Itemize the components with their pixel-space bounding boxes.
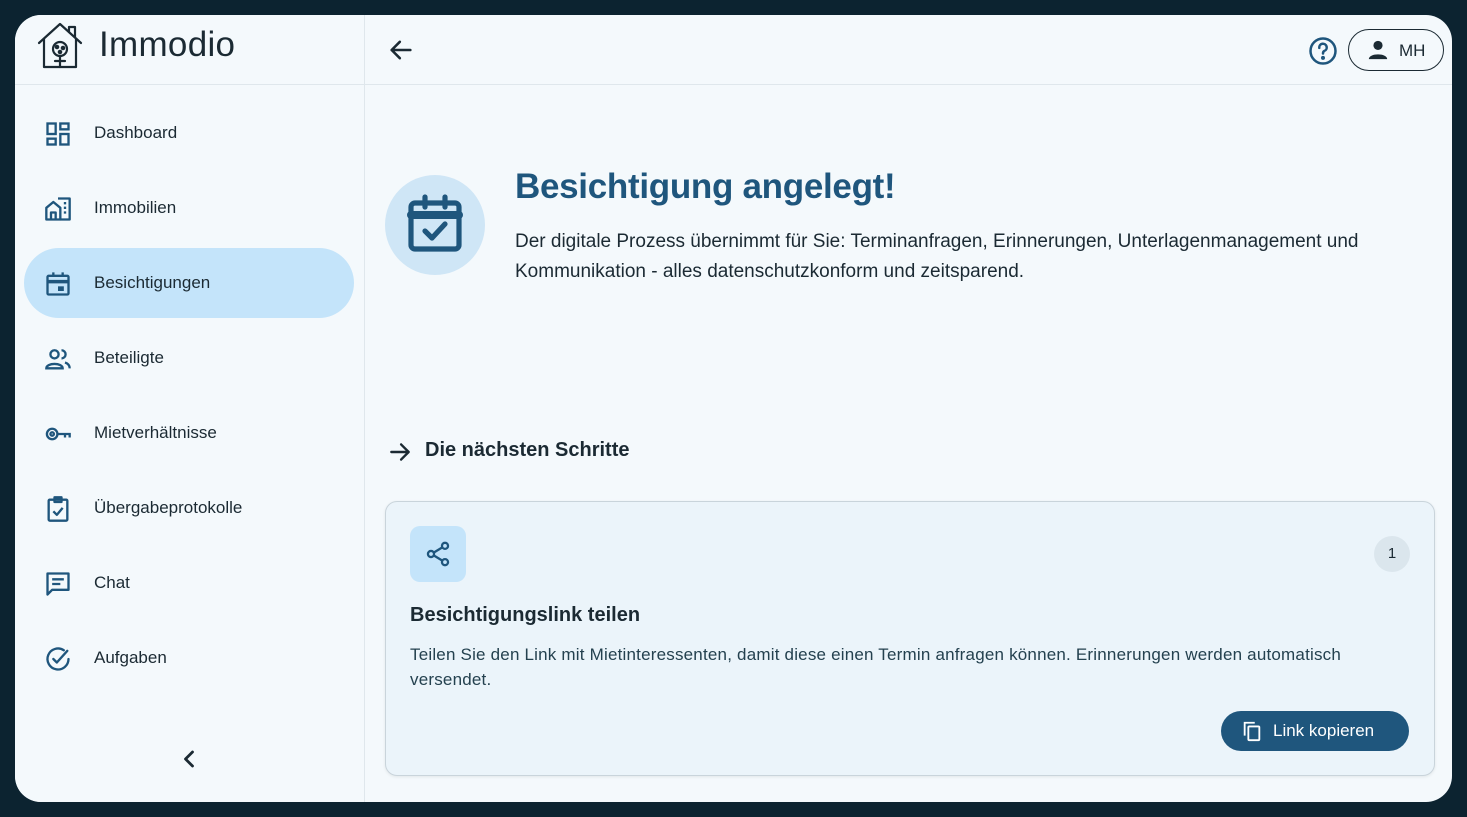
sidebar-item-label: Immobilien [94,198,177,217]
brand: Immodio [15,15,365,85]
copy-link-label: Link kopieren [1273,721,1375,740]
chevron-left-icon[interactable] [175,745,203,773]
step-title: Besichtigungslink teilen [410,604,641,626]
house-logo-icon [37,22,83,69]
app-window: Immodio Dashboard Immobilien Besichtigun… [15,15,1452,802]
sidebar-item-chat[interactable]: Chat [24,548,354,618]
hero-icon-circle [385,175,485,275]
people-icon [45,349,71,370]
sidebar-item-immobilien[interactable]: Immobilien [24,173,354,243]
help-circle-icon[interactable] [1308,36,1338,66]
arrow-left-icon[interactable] [387,36,415,64]
sidebar-item-beteiligte[interactable]: Beteiligte [24,323,354,393]
step-icon-box [410,526,466,582]
sidebar-item-besichtigungen[interactable]: Besichtigungen [24,248,354,318]
topbar: MH [365,15,1452,85]
step-card: 1 Besichtigungslink teilen Teilen Sie de… [385,501,1435,776]
sidebar-item-label: Mietverhältnisse [94,423,217,442]
sidebar-item-label: Besichtigungen [94,273,211,292]
sidebar-item-label: Beteiligte [94,348,164,367]
step-description: Teilen Sie den Link mit Mietinteressente… [410,645,1342,689]
sidebar-item-dashboard[interactable]: Dashboard [24,98,354,168]
calendar-icon [46,272,70,296]
arrow-right-icon [390,443,410,461]
key-icon [45,427,71,441]
sidebar-item-label: Übergabeprotokolle [94,498,243,517]
building-icon [45,197,71,221]
app-name: Immodio [99,25,236,64]
clipboard-check-icon [47,496,69,522]
user-initials: MH [1399,41,1426,60]
sidebar: Immodio Dashboard Immobilien Besichtigun… [15,15,365,802]
chat-icon [46,572,70,596]
share-icon [426,541,450,567]
copy-link-button[interactable]: Link kopieren [1221,711,1409,751]
hero-description: Der digitale Prozess übernimmt für Sie: … [515,231,1359,282]
copy-icon [1243,721,1261,742]
check-circle-icon [46,647,70,671]
next-steps-title: Die nächsten Schritte [425,439,630,461]
calendar-check-icon [407,194,463,252]
sidebar-item-mietverhaeltnisse[interactable]: Mietverhältnisse [24,398,354,468]
dashboard-icon [46,122,70,146]
sidebar-item-uebergabeprotokolle[interactable]: Übergabeprotokolle [24,473,354,543]
sidebar-item-label: Dashboard [94,123,178,142]
page-title: Besichtigung angelegt! [515,167,896,206]
sidebar-item-label: Aufgaben [94,648,167,667]
step-number-badge: 1 [1374,536,1410,572]
sidebar-item-label: Chat [94,573,130,592]
user-menu-button[interactable]: MH [1348,29,1444,71]
user-icon [1368,40,1388,60]
sidebar-item-aufgaben[interactable]: Aufgaben [24,623,354,693]
